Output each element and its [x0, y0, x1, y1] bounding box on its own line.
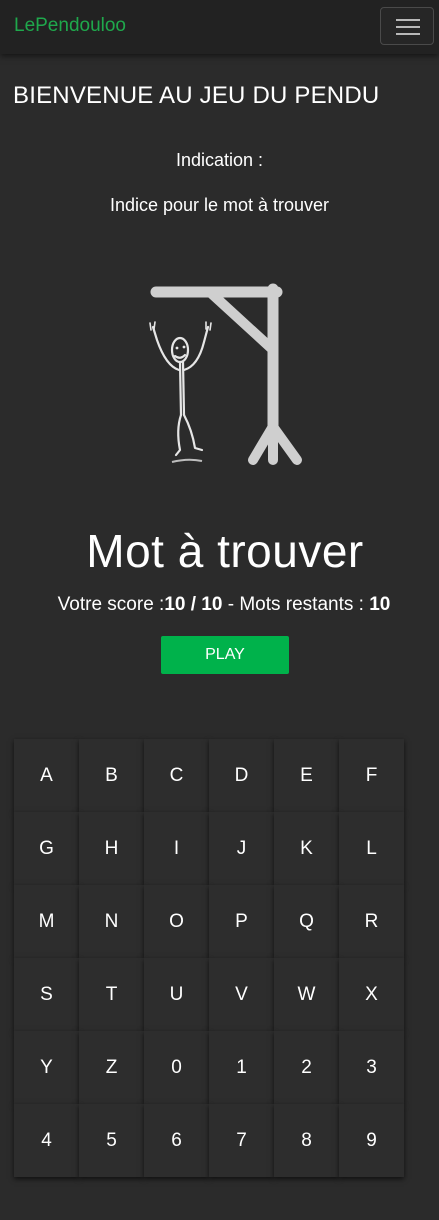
- key-k[interactable]: K: [274, 812, 339, 885]
- key-o[interactable]: O: [144, 885, 209, 958]
- word-to-guess: Mot à trouver: [86, 525, 364, 577]
- key-z[interactable]: Z: [79, 1031, 144, 1104]
- key-9[interactable]: 9: [339, 1104, 404, 1177]
- play-button[interactable]: PLAY: [161, 636, 289, 674]
- key-4[interactable]: 4: [14, 1104, 79, 1177]
- navbar: LePendouloo: [0, 0, 439, 54]
- remaining-words-label: Mots restants :: [239, 594, 370, 615]
- key-s[interactable]: S: [14, 958, 79, 1031]
- key-y[interactable]: Y: [14, 1031, 79, 1104]
- page-title: BIENVENUE AU JEU DU PENDU: [13, 82, 380, 109]
- key-h[interactable]: H: [79, 812, 144, 885]
- hint-text: Indice pour le mot à trouver: [109, 195, 330, 215]
- brand-link[interactable]: LePendouloo: [14, 15, 126, 37]
- key-v[interactable]: V: [209, 958, 274, 1031]
- key-f[interactable]: F: [339, 739, 404, 812]
- indication-label: Indication :: [175, 150, 264, 170]
- score-label: Votre score :: [57, 594, 165, 615]
- key-x[interactable]: X: [339, 958, 404, 1031]
- key-2[interactable]: 2: [274, 1031, 339, 1104]
- key-i[interactable]: I: [144, 812, 209, 885]
- key-u[interactable]: U: [144, 958, 209, 1031]
- menu-toggle-button[interactable]: [380, 7, 434, 45]
- key-7[interactable]: 7: [209, 1104, 274, 1177]
- key-q[interactable]: Q: [274, 885, 339, 958]
- key-0[interactable]: 0: [144, 1031, 209, 1104]
- key-6[interactable]: 6: [144, 1104, 209, 1177]
- letter-keyboard: ABCDEF GHIJKL MNOPQR STUVWX YZ0123 456789: [14, 739, 404, 1177]
- key-r[interactable]: R: [339, 885, 404, 958]
- key-d[interactable]: D: [209, 739, 274, 812]
- key-m[interactable]: M: [14, 885, 79, 958]
- key-1[interactable]: 1: [209, 1031, 274, 1104]
- key-a[interactable]: A: [14, 739, 79, 812]
- key-n[interactable]: N: [79, 885, 144, 958]
- remaining-words-value: 10: [369, 594, 391, 615]
- hangman-drawing: [149, 283, 302, 465]
- key-e[interactable]: E: [274, 739, 339, 812]
- key-j[interactable]: J: [209, 812, 274, 885]
- score-separator: -: [222, 594, 240, 615]
- key-w[interactable]: W: [274, 958, 339, 1031]
- key-8[interactable]: 8: [274, 1104, 339, 1177]
- key-g[interactable]: G: [14, 812, 79, 885]
- key-c[interactable]: C: [144, 739, 209, 812]
- key-p[interactable]: P: [209, 885, 274, 958]
- score-line: Votre score :10 / 10 - Mots restants : 1…: [0, 594, 439, 616]
- key-b[interactable]: B: [79, 739, 144, 812]
- key-5[interactable]: 5: [79, 1104, 144, 1177]
- score-value: 10 / 10: [164, 594, 223, 615]
- key-l[interactable]: L: [339, 812, 404, 885]
- key-t[interactable]: T: [79, 958, 144, 1031]
- key-3[interactable]: 3: [339, 1031, 404, 1104]
